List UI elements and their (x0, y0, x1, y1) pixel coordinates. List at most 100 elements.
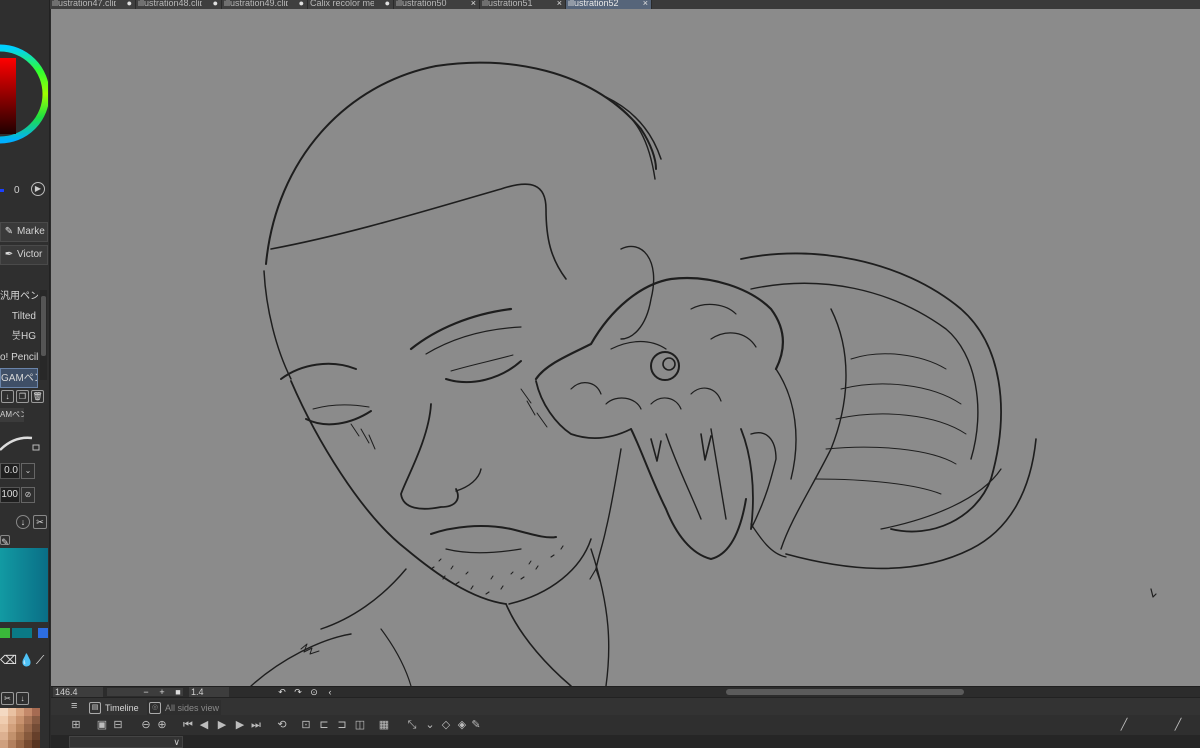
loop-icon[interactable]: ⟲ (275, 718, 289, 732)
timeline-select-dropdown[interactable]: ∨ (69, 736, 183, 748)
palette-swatch[interactable] (8, 740, 16, 748)
tab-timeline[interactable]: ▤ Timeline (87, 700, 143, 716)
unsaved-dot-icon[interactable]: ● (213, 0, 218, 8)
skin-tone-palette[interactable] (0, 708, 40, 748)
drawing-canvas[interactable] (51, 9, 1200, 686)
swatch-green[interactable] (0, 628, 10, 638)
eraser-icon[interactable]: ⌫ (0, 653, 19, 667)
play-icon[interactable]: ▶ (215, 718, 229, 732)
import-brush-icon[interactable]: ↓ (1, 390, 14, 403)
palette-swatch[interactable] (0, 708, 8, 716)
brush-size-field[interactable]: 0.0 (0, 463, 20, 479)
palette-swatch[interactable] (24, 732, 32, 740)
stabilizer-icon[interactable]: ↓ (16, 515, 30, 529)
reset-rotation-icon[interactable]: ⊙ (309, 687, 319, 697)
new-animation-folder-icon[interactable]: ⊏ (317, 718, 331, 732)
settings-wrench-icon[interactable]: ✂ (33, 515, 47, 529)
document-tab[interactable]: illustration48.clip ● (136, 0, 222, 9)
document-tab[interactable]: Calix recolor me ● (308, 0, 394, 9)
unsaved-dot-icon[interactable]: ● (127, 0, 132, 8)
tab-all-sides-view[interactable]: ◎ All sides view (147, 700, 221, 716)
color-mode-toggle-icon[interactable]: ▶ (31, 182, 45, 196)
swatch-teal[interactable] (12, 628, 32, 638)
delete-brush-icon[interactable]: 🗑 (31, 390, 44, 403)
timeline-frame-icon[interactable]: ▣ (95, 718, 109, 732)
water-drop-icon[interactable]: 💧 (19, 653, 36, 667)
palette-swatch[interactable] (16, 716, 24, 724)
fit-view-button[interactable]: ■ (173, 687, 183, 697)
tool-vector-pen[interactable]: ✒ Victor (0, 245, 48, 265)
new-timeline-icon[interactable]: ⊞ (69, 718, 83, 732)
brush-item-gam-pen[interactable]: GAMペン (0, 368, 38, 388)
document-tab[interactable]: illustration49.clip ● (222, 0, 308, 9)
close-icon[interactable]: × (557, 0, 562, 8)
color-wheel[interactable] (0, 22, 48, 166)
keyframe-icon[interactable]: ◇ (439, 718, 453, 732)
palette-swatch[interactable] (0, 740, 8, 748)
close-icon[interactable]: × (471, 0, 476, 8)
palette-swatch[interactable] (24, 716, 32, 724)
palette-swatch[interactable] (0, 724, 8, 732)
zoom-in-button[interactable]: + (157, 687, 167, 697)
first-frame-icon[interactable]: ⏮ (181, 718, 195, 732)
eyedropper-icon[interactable]: ⟋ (36, 653, 46, 667)
camera-work-icon[interactable]: ⤡ (405, 718, 419, 732)
palette-swatch[interactable] (8, 724, 16, 732)
document-tab[interactable]: illustration50 × (394, 0, 480, 9)
document-tab[interactable]: illustration51 × (480, 0, 566, 9)
rotate-right-icon[interactable]: ↷ (293, 687, 303, 697)
tool-marker[interactable]: ✎ Marke (0, 222, 48, 242)
palette-swatch[interactable] (8, 732, 16, 740)
brush-property-tab[interactable]: AMペン (0, 408, 24, 422)
save-palette-icon[interactable]: ↓ (16, 692, 29, 705)
brush-opacity-field[interactable]: 100 (0, 487, 20, 503)
timeline-track-area[interactable]: ∨ (51, 735, 1200, 748)
light-table-icon[interactable]: ▦ (377, 718, 391, 732)
palette-swatch[interactable] (0, 732, 8, 740)
brush-opacity-toggle[interactable]: ⊘ (21, 487, 35, 503)
palette-swatch[interactable] (32, 732, 40, 740)
brush-item-tilted[interactable]: Tilted (0, 307, 38, 327)
pen-timeline-icon[interactable]: ✎ (469, 718, 483, 732)
palette-swatch[interactable] (16, 708, 24, 716)
zoom-out-timeline-icon[interactable]: ⊖ (139, 718, 153, 732)
palette-swatch[interactable] (32, 724, 40, 732)
brush-item-hg[interactable]: 붓HG (0, 327, 38, 347)
keyframe-edit-icon[interactable]: ◈ (455, 718, 469, 732)
color-value-slider[interactable]: 0 ▶ (0, 181, 49, 199)
brush-item-pencil[interactable]: o! Pencil (0, 348, 38, 368)
brush-list-scrollbar[interactable] (40, 290, 47, 380)
rotate-left-icon[interactable]: ↶ (277, 687, 287, 697)
previous-frame-icon[interactable]: ◀ (197, 718, 211, 732)
palette-swatch[interactable] (8, 708, 16, 716)
panel-menu-icon[interactable]: ≡ (71, 700, 77, 712)
palette-swatch[interactable] (32, 716, 40, 724)
brush-size-spinner[interactable]: ⌄ (21, 463, 35, 479)
palette-swatch[interactable] (8, 716, 16, 724)
camera-dropdown-icon[interactable]: ⌄ (423, 718, 437, 732)
color-set-panel[interactable] (0, 548, 48, 622)
document-tab[interactable]: illustration47.clip ● (50, 0, 136, 9)
scrollbar-thumb[interactable] (41, 296, 46, 356)
brush-list-header[interactable]: 汎用ペン+ (0, 287, 38, 307)
duplicate-brush-icon[interactable]: ❐ (16, 390, 29, 403)
new-cel-icon[interactable]: ⊡ (299, 718, 313, 732)
edit-timeline-icon[interactable]: ⊟ (111, 718, 125, 732)
onion-skin-icon[interactable]: ◫ (353, 718, 367, 732)
close-icon[interactable]: × (643, 0, 648, 8)
swatch-blue[interactable] (38, 628, 48, 638)
document-tab[interactable]: illustration52 × (566, 0, 652, 9)
unsaved-dot-icon[interactable]: ● (299, 0, 304, 8)
canvas-horizontal-scrollbar[interactable] (726, 689, 964, 695)
next-frame-icon[interactable]: ▶ (233, 718, 247, 732)
palette-swatch[interactable] (32, 740, 40, 748)
palette-swatch[interactable] (16, 740, 24, 748)
palette-swatch[interactable] (24, 708, 32, 716)
unsaved-dot-icon[interactable]: ● (385, 0, 390, 8)
pen-small-icon[interactable]: ✎ (0, 535, 10, 547)
flip-icon[interactable]: ‹ (325, 687, 335, 697)
palette-swatch[interactable] (24, 724, 32, 732)
palette-swatch[interactable] (0, 716, 8, 724)
rotation-field[interactable]: 1.4 (189, 687, 229, 697)
palette-swatch[interactable] (16, 732, 24, 740)
